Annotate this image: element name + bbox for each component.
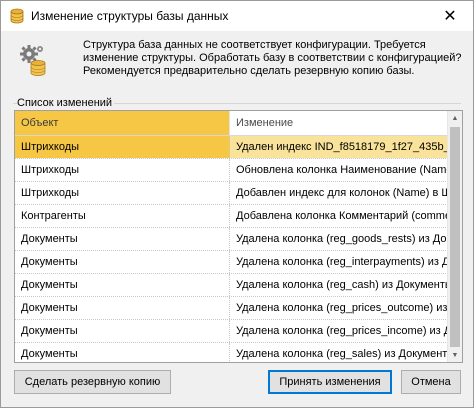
table-row[interactable]: Документы Удалена колонка (reg_goods_rest… <box>15 228 448 251</box>
column-header-change[interactable]: Изменение <box>230 111 448 135</box>
cell-object: Документы <box>15 297 230 319</box>
accept-changes-button[interactable]: Принять изменения <box>268 370 392 394</box>
cell-object: Документы <box>15 343 230 362</box>
scroll-up-arrow-icon[interactable]: ▲ <box>448 111 462 125</box>
database-icon <box>10 8 24 24</box>
message-text: Структура база данных не соответствует к… <box>83 39 462 77</box>
scroll-down-arrow-icon[interactable]: ▼ <box>448 348 462 362</box>
cell-change: Обновлена колонка Наименование (Name) <box>236 164 448 176</box>
scroll-thumb[interactable] <box>450 127 460 347</box>
cell-change: Удалена колонка (reg_prices_outcome) из … <box>236 302 448 314</box>
gear-database-icon <box>20 45 46 76</box>
close-button[interactable]: ✕ <box>427 1 473 31</box>
cell-object: Контрагенты <box>15 205 230 227</box>
cell-change: Добавлена колонка Комментарий (comment <box>236 210 448 222</box>
table-row[interactable]: Штрихкоды Обновлена колонка Наименование … <box>15 159 448 182</box>
column-header-object[interactable]: Объект <box>15 111 230 135</box>
table-row[interactable]: Штрихкоды Добавлен индекс для колонок (Na… <box>15 182 448 205</box>
dialog-window: Изменение структуры базы данных ✕ Структ… <box>0 0 474 408</box>
cell-change: Удалена колонка (reg_cash) из Документы <box>236 279 448 291</box>
cell-object: Документы <box>15 274 230 296</box>
window-title: Изменение структуры базы данных <box>31 9 229 23</box>
cell-change: Удалена колонка (reg_sales) из Документы <box>236 348 448 360</box>
cell-object: Штрихкоды <box>15 159 230 181</box>
table-row[interactable]: Документы Удалена колонка (reg_prices_out… <box>15 297 448 320</box>
cancel-button[interactable]: Отмена <box>401 370 461 394</box>
cell-object: Штрихкоды <box>15 136 230 158</box>
title-bar[interactable]: Изменение структуры базы данных ✕ <box>1 1 473 31</box>
table-row[interactable]: Документы Удалена колонка (reg_interpayme… <box>15 251 448 274</box>
table-row[interactable]: Документы Удалена колонка (reg_sales) из … <box>15 343 448 362</box>
changes-grid[interactable]: Объект Изменение Штрихкоды Удален индекс … <box>14 110 463 363</box>
cell-object: Штрихкоды <box>15 182 230 204</box>
table-row[interactable]: Документы Удалена колонка (reg_cash) из Д… <box>15 274 448 297</box>
vertical-scrollbar[interactable]: ▲ ▼ <box>447 111 462 362</box>
cell-change: Добавлен индекс для колонок (Name) в Штр <box>236 187 448 199</box>
cell-object: Документы <box>15 228 230 250</box>
changes-group-label: Список изменений <box>17 97 115 109</box>
cell-object: Документы <box>15 251 230 273</box>
cell-change: Удалена колонка (reg_prices_income) из Д… <box>236 325 448 337</box>
table-row[interactable]: Документы Удалена колонка (reg_prices_inc… <box>15 320 448 343</box>
close-icon: ✕ <box>443 8 457 25</box>
table-row[interactable]: Штрихкоды Удален индекс IND_f8518179_1f27… <box>15 136 448 159</box>
cell-object: Документы <box>15 320 230 342</box>
table-row[interactable]: Контрагенты Добавлена колонка Комментарий… <box>15 205 448 228</box>
backup-button[interactable]: Сделать резервную копию <box>14 370 171 394</box>
cell-change: Удален индекс IND_f8518179_1f27_435b_96 <box>230 136 448 158</box>
cell-change: Удалена колонка (reg_goods_rests) из Док… <box>236 233 448 245</box>
grid-header: Объект Изменение <box>15 111 448 136</box>
grid-rows: Штрихкоды Удален индекс IND_f8518179_1f27… <box>15 136 448 362</box>
message-area: Структура база данных не соответствует к… <box>1 31 473 95</box>
cell-change: Удалена колонка (reg_interpayments) из Д… <box>236 256 448 268</box>
